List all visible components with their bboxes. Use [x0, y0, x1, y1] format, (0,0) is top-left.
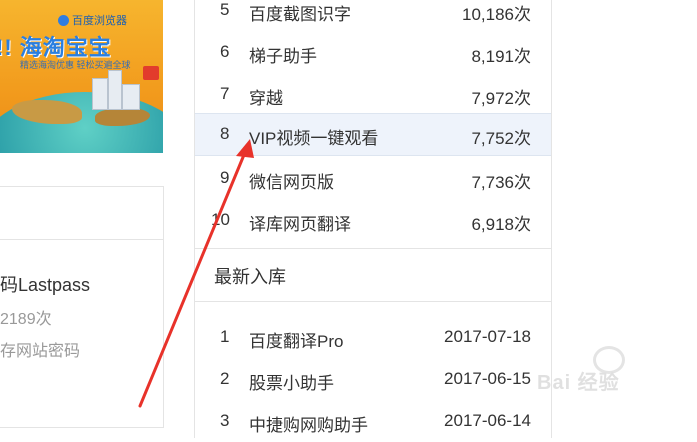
ranking-item-count: 8,191次 — [471, 47, 531, 66]
ranking-number: 5 — [220, 0, 230, 19]
extension-card[interactable]: 码Lastpass 2189次 存网站密码 — [0, 186, 164, 428]
section-separator — [195, 248, 551, 249]
baidu-jingyan-watermark: Bai 经验 — [533, 346, 693, 406]
ranking-number: 9 — [220, 168, 230, 187]
extension-name[interactable]: 码Lastpass — [0, 271, 90, 297]
ranking-number: 10 — [211, 210, 230, 229]
browser-logo-icon — [58, 15, 69, 26]
ranking-row-highlighted[interactable]: 8 VIP视频一键观看 7,752次 — [195, 113, 551, 156]
newest-item-date: 2017-07-18 — [444, 327, 531, 346]
newest-number: 3 — [220, 411, 230, 430]
ranking-row[interactable]: 6 梯子助手 8,191次 — [195, 32, 551, 73]
ranking-item-count: 6,918次 — [471, 215, 531, 234]
newest-row[interactable]: 3 中捷购网购助手 2017-06-14 — [195, 401, 551, 442]
newest-row[interactable]: 2 股票小助手 2017-06-15 — [195, 359, 551, 400]
newest-number: 2 — [220, 369, 230, 388]
building-illustration — [108, 70, 122, 110]
ranking-item-count: 10,186次 — [462, 5, 531, 24]
ranking-item-count: 7,752次 — [471, 129, 531, 148]
extension-description: 存网站密码 — [0, 343, 81, 360]
newest-item-date: 2017-06-15 — [444, 369, 531, 388]
section-separator — [195, 301, 551, 302]
ranking-item-count: 7,736次 — [471, 173, 531, 192]
ranking-item-name[interactable]: 百度截图识字 — [249, 0, 351, 25]
extension-install-count: 2189次 — [0, 311, 52, 328]
ranking-item-name[interactable]: 穿越 — [249, 84, 283, 109]
banner-brand: 百度浏览器 — [58, 12, 127, 28]
ranking-row[interactable]: 9 微信网页版 7,736次 — [195, 158, 551, 199]
ranking-row[interactable]: 5 百度截图识字 10,186次 — [195, 0, 551, 31]
promo-banner[interactable]: 百度浏览器 !! 海淘宝宝 精选海淘优惠 轻松买遍全球 — [0, 0, 163, 153]
card-divider — [0, 239, 163, 240]
ranking-number: 6 — [220, 42, 230, 61]
ranking-row[interactable]: 7 穿越 7,972次 — [195, 74, 551, 115]
banner-brand-text: 百度浏览器 — [72, 15, 127, 27]
newest-row[interactable]: 1 百度翻译Pro 2017-07-18 — [195, 317, 551, 358]
building-illustration — [92, 78, 108, 110]
ranking-item-name[interactable]: 梯子助手 — [249, 42, 317, 67]
newest-item-name[interactable]: 百度翻译Pro — [249, 327, 343, 352]
ranking-item-name[interactable]: VIP视频一键观看 — [249, 124, 378, 149]
ranking-row[interactable]: 10 译库网页翻译 6,918次 — [195, 200, 551, 241]
building-illustration — [122, 84, 140, 110]
ranking-panel: 5 百度截图识字 10,186次 6 梯子助手 8,191次 7 穿越 7,97… — [194, 0, 552, 438]
ranking-number: 7 — [220, 84, 230, 103]
newest-section-title: 最新入库 — [214, 267, 286, 287]
newest-item-name[interactable]: 股票小助手 — [249, 369, 334, 394]
newest-number: 1 — [220, 327, 230, 346]
watermark-text: Bai 经验 — [537, 372, 620, 394]
ranking-number: 8 — [220, 124, 230, 143]
ranking-item-name[interactable]: 译库网页翻译 — [249, 210, 351, 235]
gift-icon — [143, 66, 159, 80]
newest-item-name[interactable]: 中捷购网购助手 — [249, 411, 368, 436]
newest-item-date: 2017-06-14 — [444, 411, 531, 430]
ranking-item-count: 7,972次 — [471, 89, 531, 108]
ranking-item-name[interactable]: 微信网页版 — [249, 168, 334, 193]
